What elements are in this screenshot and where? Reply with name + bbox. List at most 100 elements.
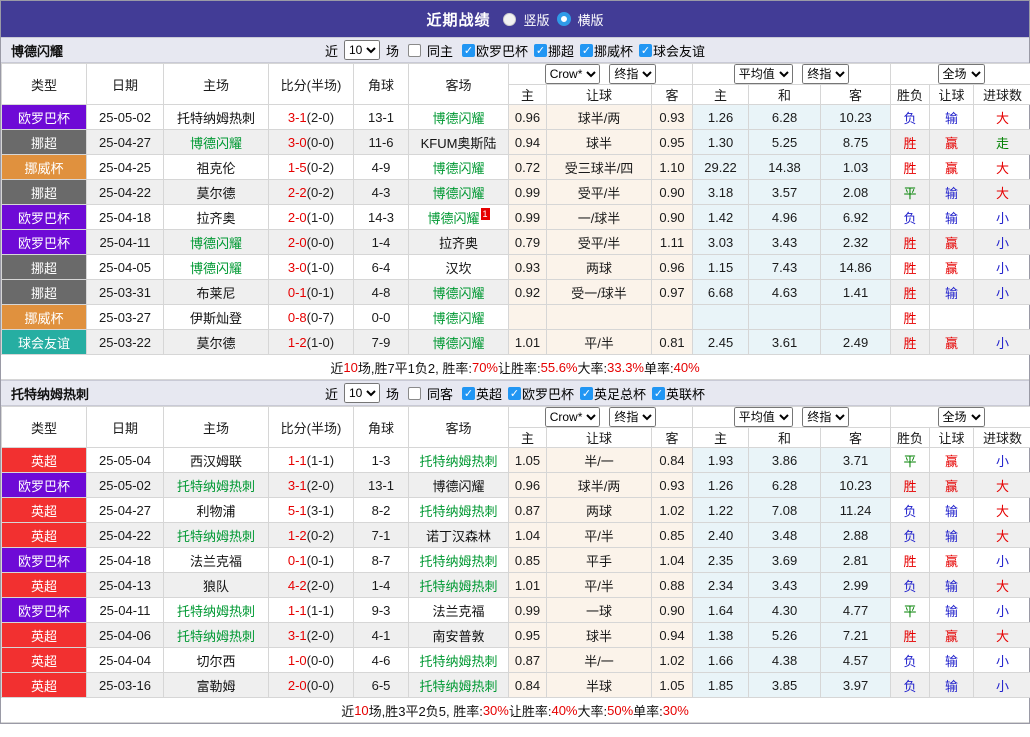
away-team-link[interactable]: 法兰克福 [432, 604, 484, 619]
home-team-link[interactable]: 托特纳姆热刺 [177, 629, 255, 644]
away-team-link[interactable]: 博德闪耀 [432, 111, 484, 126]
away-team-link[interactable]: 博德闪耀 [432, 161, 484, 176]
away-team-link[interactable]: 托特纳姆热刺 [419, 554, 497, 569]
fulltime-score: 3-0 [287, 134, 307, 150]
league-checkbox-checked-icon[interactable]: ✓ [580, 386, 594, 400]
fulltime-score: 3-1 [287, 627, 307, 643]
match-count-select[interactable]: 10 [343, 383, 380, 403]
league-checkbox-checked-icon[interactable]: ✓ [534, 43, 547, 57]
league-filter-label[interactable]: 英联杯 [666, 384, 705, 403]
away-team-link[interactable]: 托特纳姆热刺 [419, 654, 497, 669]
home-team-link[interactable]: 博德闪耀 [190, 236, 242, 251]
radio-vertical-icon[interactable] [503, 12, 517, 26]
league-filter-label[interactable]: 欧罗巴杯 [476, 41, 528, 60]
same-venue-label[interactable]: 同客 [427, 384, 453, 403]
same-venue-checkbox[interactable] [407, 386, 421, 400]
home-team-link[interactable]: 狼队 [203, 579, 229, 594]
section-bodo-glimt: 博德闪耀 近 10 场 同主 ✓ 欧罗巴杯 ✓ 挪超 ✓ 挪威杯 ✓ 球会友谊 类型 日期 主 [1, 37, 1030, 380]
result-scope-select[interactable]: 全场 [937, 407, 985, 427]
home-odds-cell: 0.79 [508, 229, 547, 255]
league-filter-label[interactable]: 欧罗巴杯 [522, 384, 574, 403]
home-team-link[interactable]: 伊斯灿登 [190, 311, 242, 326]
avg-draw-cell: 3.57 [748, 179, 822, 205]
same-venue-checkbox[interactable] [407, 43, 421, 57]
odds-time-select[interactable]: 终指 [609, 407, 657, 427]
avg-time-select[interactable]: 终指 [802, 64, 850, 84]
fulltime-score: 3-1 [287, 109, 307, 125]
score-cell: 0-1(0-1) [268, 279, 354, 305]
home-team-link[interactable]: 托特纳姆热刺 [177, 529, 255, 544]
table-row: 挪超 25-04-22 莫尔德 2-2(0-2) 4-3 博德闪耀 0.99 受平/半 0.90… [1, 179, 1030, 205]
odds-source-select[interactable]: Crow* [544, 407, 600, 427]
away-team-link[interactable]: 博德闪耀 [432, 311, 484, 326]
avg-time-select[interactable]: 终指 [802, 407, 850, 427]
sub-avg-away: 客 [820, 427, 892, 448]
radio-vertical-label[interactable]: 竖版 [523, 10, 549, 29]
radio-horizontal-icon[interactable] [556, 12, 571, 26]
league-checkbox-checked-icon[interactable]: ✓ [461, 43, 475, 57]
league-filter-label[interactable]: 英超 [476, 384, 502, 403]
home-team-link[interactable]: 拉齐奥 [196, 211, 235, 226]
score-cell: 2-0(0-0) [268, 672, 354, 698]
avg-source-select[interactable]: 平均值 [733, 64, 793, 84]
league-checkbox-checked-icon[interactable]: ✓ [639, 43, 653, 57]
avg-draw-cell: 4.63 [748, 279, 822, 305]
home-team-link[interactable]: 博德闪耀 [190, 261, 242, 276]
avg-source-select[interactable]: 平均值 [733, 407, 793, 427]
away-team-link[interactable]: 拉齐奥 [439, 236, 478, 251]
away-team-link[interactable]: 博德闪耀 [432, 186, 484, 201]
result-scope-select[interactable]: 全场 [937, 64, 985, 84]
table-row: 球会友谊 25-03-22 莫尔德 1-2(1-0) 7-9 博德闪耀 1.01 平/半 0.8… [1, 329, 1030, 355]
away-team-link[interactable]: 南安普敦 [432, 629, 484, 644]
same-venue-label[interactable]: 同主 [427, 41, 453, 60]
handicap-cell [546, 304, 652, 330]
goals-result-cell: 大 [973, 622, 1030, 648]
odds-group-header: Crow* 终指 [507, 406, 694, 428]
away-team-link[interactable]: 博德闪耀 [432, 286, 484, 301]
away-team-link[interactable]: 博德闪耀 [432, 479, 484, 494]
away-team-link[interactable]: 博德闪耀 [427, 211, 479, 226]
away-team-link[interactable]: 托特纳姆热刺 [419, 579, 497, 594]
away-team-link[interactable]: 托特纳姆热刺 [419, 679, 497, 694]
away-team-link[interactable]: 博德闪耀 [432, 336, 484, 351]
away-team-link[interactable]: 诺丁汉森林 [426, 529, 491, 544]
avg-home-cell: 2.40 [692, 522, 750, 548]
odds-time-select[interactable]: 终指 [609, 64, 657, 84]
away-team-link[interactable]: 托特纳姆热刺 [419, 504, 497, 519]
league-filter-label[interactable]: 挪超 [548, 41, 574, 60]
league-filter-label[interactable]: 英足总杯 [594, 384, 646, 403]
league-filter-label[interactable]: 球会友谊 [653, 41, 705, 60]
home-team-link[interactable]: 利物浦 [196, 504, 235, 519]
home-team-link[interactable]: 莫尔德 [196, 336, 235, 351]
home-team-link[interactable]: 法兰克福 [190, 554, 242, 569]
result-cell: 负 [890, 104, 931, 130]
league-checkbox-checked-icon[interactable]: ✓ [461, 386, 475, 400]
avg-draw-cell: 7.08 [748, 497, 822, 523]
home-team-link[interactable]: 富勒姆 [196, 679, 235, 694]
home-team-link[interactable]: 布莱尼 [196, 286, 235, 301]
league-checkbox-checked-icon[interactable]: ✓ [652, 386, 666, 400]
league-checkbox-checked-icon[interactable]: ✓ [580, 43, 594, 57]
date-cell: 25-05-02 [86, 104, 164, 130]
handicap-cell: 受一/球半 [546, 279, 652, 305]
odds-source-select[interactable]: Crow* [544, 64, 600, 84]
home-team-link[interactable]: 托特纳姆热刺 [177, 479, 255, 494]
away-team-link[interactable]: KFUM奥斯陆 [421, 136, 497, 151]
away-team-link[interactable]: 托特纳姆热刺 [419, 454, 497, 469]
home-team-link[interactable]: 祖克伦 [196, 161, 235, 176]
league-filter-label[interactable]: 挪威杯 [594, 41, 633, 60]
league-checkbox-checked-icon[interactable]: ✓ [508, 386, 521, 400]
match-count-select[interactable]: 10 [343, 40, 380, 60]
home-team-link[interactable]: 莫尔德 [196, 186, 235, 201]
goals-result-cell: 小 [973, 254, 1030, 280]
radio-horizontal-label[interactable]: 横版 [578, 10, 604, 29]
home-odds-cell: 0.99 [508, 179, 547, 205]
home-team-link[interactable]: 托特纳姆热刺 [177, 604, 255, 619]
home-team-link[interactable]: 博德闪耀 [190, 136, 242, 151]
home-team-link[interactable]: 托特纳姆热刺 [177, 111, 255, 126]
away-team-cell: 托特纳姆热刺 [408, 497, 509, 523]
away-team-link[interactable]: 汉坎 [445, 261, 471, 276]
home-team-link[interactable]: 切尔西 [196, 654, 235, 669]
home-team-link[interactable]: 西汉姆联 [190, 454, 242, 469]
score-cell: 4-2(2-0) [268, 572, 354, 598]
